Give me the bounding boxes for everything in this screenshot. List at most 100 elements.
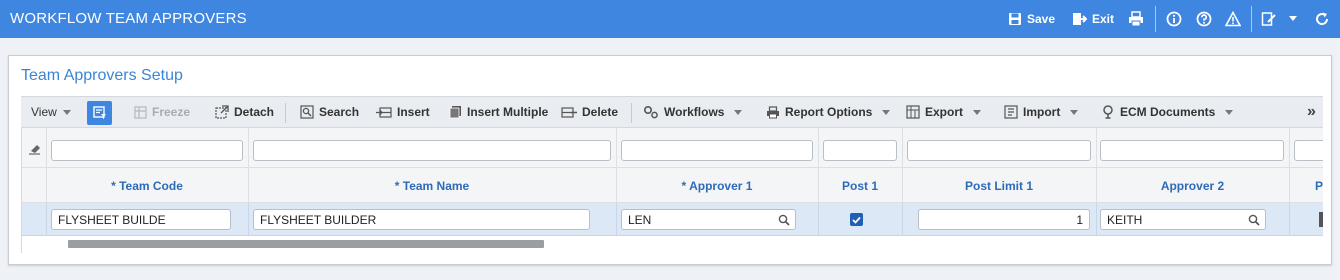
- header-post-limit-1[interactable]: Post Limit 1: [902, 168, 1096, 203]
- setup-panel: Team Approvers Setup View Freeze Detach …: [8, 55, 1332, 265]
- info-button[interactable]: [1166, 9, 1187, 29]
- search-icon: [300, 105, 314, 119]
- refresh-button[interactable]: [1314, 9, 1335, 29]
- warning-button[interactable]: [1225, 9, 1246, 29]
- filter-post-1[interactable]: [823, 140, 897, 161]
- header-team-code[interactable]: * Team Code: [46, 168, 248, 203]
- header-approver-1[interactable]: * Approver 1: [616, 168, 818, 203]
- chevron-down-icon: [62, 109, 71, 115]
- workflows-label: Workflows: [664, 105, 725, 119]
- scrollbar-thumb[interactable]: [68, 240, 544, 248]
- import-label: Import: [1023, 105, 1061, 119]
- checkmark-icon: [852, 216, 861, 224]
- edit-icon: [1261, 12, 1276, 26]
- filter-team-name[interactable]: [253, 140, 611, 161]
- window-title: WORKFLOW TEAM APPROVERS: [10, 10, 247, 27]
- column-divider: [1096, 203, 1097, 235]
- column-divider: [616, 128, 617, 167]
- filter-approver-2[interactable]: [1100, 140, 1284, 161]
- export-icon: [906, 105, 920, 119]
- grid-toolbar: View Freeze Detach Search Insert Insert …: [21, 96, 1323, 128]
- panel-title: Team Approvers Setup: [21, 67, 183, 84]
- print-button[interactable]: [1128, 9, 1149, 29]
- detach-label: Detach: [234, 105, 275, 119]
- filter-button[interactable]: [87, 101, 112, 125]
- toolbar-divider: [285, 103, 286, 123]
- toolbar-divider: [631, 103, 632, 123]
- ecm-documents-label: ECM Documents: [1120, 105, 1216, 119]
- freeze-button[interactable]: Freeze: [134, 97, 190, 127]
- view-label: View: [31, 105, 57, 119]
- warning-icon: [1225, 11, 1241, 27]
- detach-button[interactable]: Detach: [215, 97, 274, 127]
- search-icon[interactable]: [1248, 214, 1260, 226]
- filter-team-code[interactable]: [51, 140, 243, 161]
- insert-multiple-button[interactable]: Insert Multiple: [449, 97, 548, 127]
- header-approver-2[interactable]: Approver 2: [1096, 168, 1289, 203]
- approver-1-field[interactable]: LEN: [621, 209, 796, 230]
- search-icon[interactable]: [778, 214, 790, 226]
- insert-button[interactable]: Insert: [376, 97, 430, 127]
- ecm-documents-menu[interactable]: ECM Documents: [1101, 97, 1234, 127]
- team-name-field[interactable]: FLYSHEET BUILDER: [253, 209, 590, 230]
- workflows-icon: [643, 105, 658, 119]
- column-divider: [1289, 128, 1290, 167]
- partial-cell-control[interactable]: [1319, 212, 1323, 227]
- view-menu[interactable]: View: [31, 97, 71, 127]
- workflows-menu[interactable]: Workflows: [643, 97, 743, 127]
- freeze-label: Freeze: [152, 105, 191, 119]
- horizontal-scrollbar[interactable]: [22, 236, 1323, 253]
- import-menu[interactable]: Import: [1004, 97, 1079, 127]
- post-1-checkbox[interactable]: [850, 213, 863, 226]
- exit-icon: [1073, 13, 1087, 25]
- search-button[interactable]: Search: [300, 97, 359, 127]
- exit-button[interactable]: Exit: [1072, 9, 1114, 29]
- filter-icon: [92, 106, 106, 119]
- freeze-icon: [134, 105, 147, 119]
- delete-label: Delete: [582, 105, 619, 119]
- delete-button[interactable]: Delete: [561, 97, 618, 127]
- team-code-field[interactable]: FLYSHEET BUILDE: [51, 209, 231, 230]
- header-row: * Team Code * Team Name * Approver 1 Pos…: [22, 168, 1323, 203]
- titlebar-divider: [1155, 6, 1156, 32]
- info-icon: [1166, 11, 1182, 27]
- chevron-down-icon: [1225, 109, 1234, 115]
- filter-post-limit-1[interactable]: [907, 140, 1091, 161]
- chevron-down-icon: [882, 109, 891, 115]
- insert-label: Insert: [397, 105, 430, 119]
- post-limit-1-field[interactable]: 1: [918, 209, 1090, 230]
- filter-partial-column[interactable]: [1294, 140, 1323, 161]
- help-icon: [1196, 11, 1212, 27]
- header-partial-column[interactable]: P: [1289, 168, 1323, 203]
- approver-1-value: LEN: [628, 213, 652, 227]
- filter-approver-1[interactable]: [621, 140, 813, 161]
- table-row[interactable]: FLYSHEET BUILDE FLYSHEET BUILDER LEN 1 K…: [22, 203, 1323, 236]
- edit-notes-button[interactable]: [1261, 9, 1282, 29]
- header-post-1[interactable]: Post 1: [818, 168, 902, 203]
- chevron-down-icon: [734, 109, 743, 115]
- help-button[interactable]: [1196, 9, 1217, 29]
- filter-row: [22, 128, 1323, 168]
- eraser-icon[interactable]: [28, 143, 42, 155]
- approver-2-field[interactable]: KEITH: [1100, 209, 1266, 230]
- approver-2-value: KEITH: [1107, 213, 1143, 227]
- column-divider: [46, 203, 47, 235]
- insert-row-icon: [376, 106, 392, 118]
- header-team-name[interactable]: * Team Name: [248, 168, 616, 203]
- insert-multiple-icon: [449, 106, 461, 119]
- column-divider: [818, 203, 819, 235]
- ecm-documents-icon: [1103, 105, 1113, 119]
- more-tools-button[interactable]: »: [1307, 97, 1316, 127]
- save-icon: [1009, 13, 1021, 25]
- approvers-grid: * Team Code * Team Name * Approver 1 Pos…: [21, 128, 1323, 253]
- column-divider: [248, 128, 249, 167]
- column-divider: [616, 203, 617, 235]
- report-options-menu[interactable]: Report Options: [766, 97, 891, 127]
- search-label: Search: [319, 105, 360, 119]
- export-menu[interactable]: Export: [906, 97, 982, 127]
- column-divider: [46, 128, 47, 167]
- save-button[interactable]: Save: [1008, 9, 1055, 29]
- title-bar: WORKFLOW TEAM APPROVERS Save Exit: [0, 0, 1340, 38]
- titlebar-menu-dropdown[interactable]: [1288, 9, 1303, 29]
- report-options-label: Report Options: [785, 105, 873, 119]
